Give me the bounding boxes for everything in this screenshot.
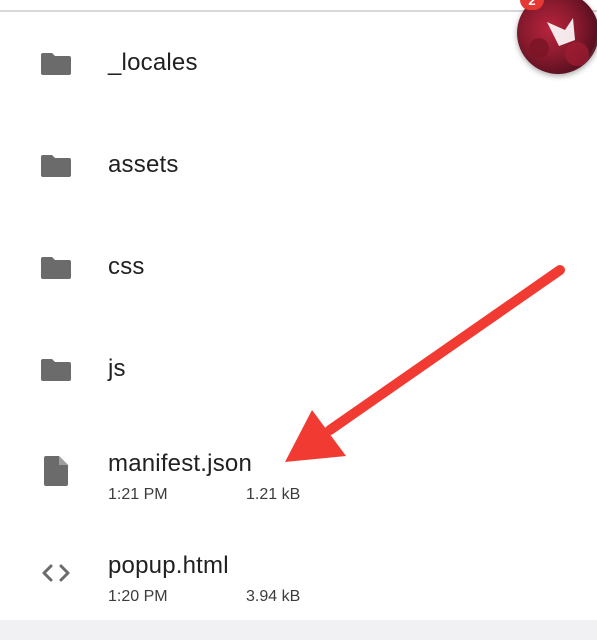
bottom-bar xyxy=(0,620,597,640)
list-item-locales-folder[interactable]: _locales xyxy=(0,12,597,114)
file-name: js xyxy=(108,355,126,382)
top-toolbar-edge xyxy=(0,0,597,12)
list-item-popup-html[interactable]: popup.html 1:20 PM 3.94 kB xyxy=(0,522,597,624)
file-modified-time: 1:21 PM xyxy=(108,486,168,503)
code-icon xyxy=(40,559,72,587)
folder-icon xyxy=(40,151,72,179)
file-name: manifest.json xyxy=(108,450,252,477)
chat-head-avatar[interactable] xyxy=(517,0,597,74)
folder-icon xyxy=(40,355,72,383)
folder-icon xyxy=(40,253,72,281)
file-icon xyxy=(40,456,72,486)
file-modified-time: 1:20 PM xyxy=(108,588,168,605)
list-item-assets-folder[interactable]: assets xyxy=(0,114,597,216)
list-item-js-folder[interactable]: js xyxy=(0,318,597,420)
list-item-manifest-json[interactable]: manifest.json 1:21 PM 1.21 kB xyxy=(0,420,597,522)
folder-icon xyxy=(40,49,72,77)
file-name: css xyxy=(108,253,145,280)
file-list: _locales assets css js manifest.json 1:2… xyxy=(0,12,597,624)
list-item-css-folder[interactable]: css xyxy=(0,216,597,318)
file-size: 3.94 kB xyxy=(246,588,301,605)
file-name: assets xyxy=(108,151,179,178)
file-name: _locales xyxy=(108,49,198,76)
file-name: popup.html xyxy=(108,552,229,579)
file-size: 1.21 kB xyxy=(246,486,301,503)
file-browser-screen: _locales assets css js manifest.json 1:2… xyxy=(0,0,597,640)
